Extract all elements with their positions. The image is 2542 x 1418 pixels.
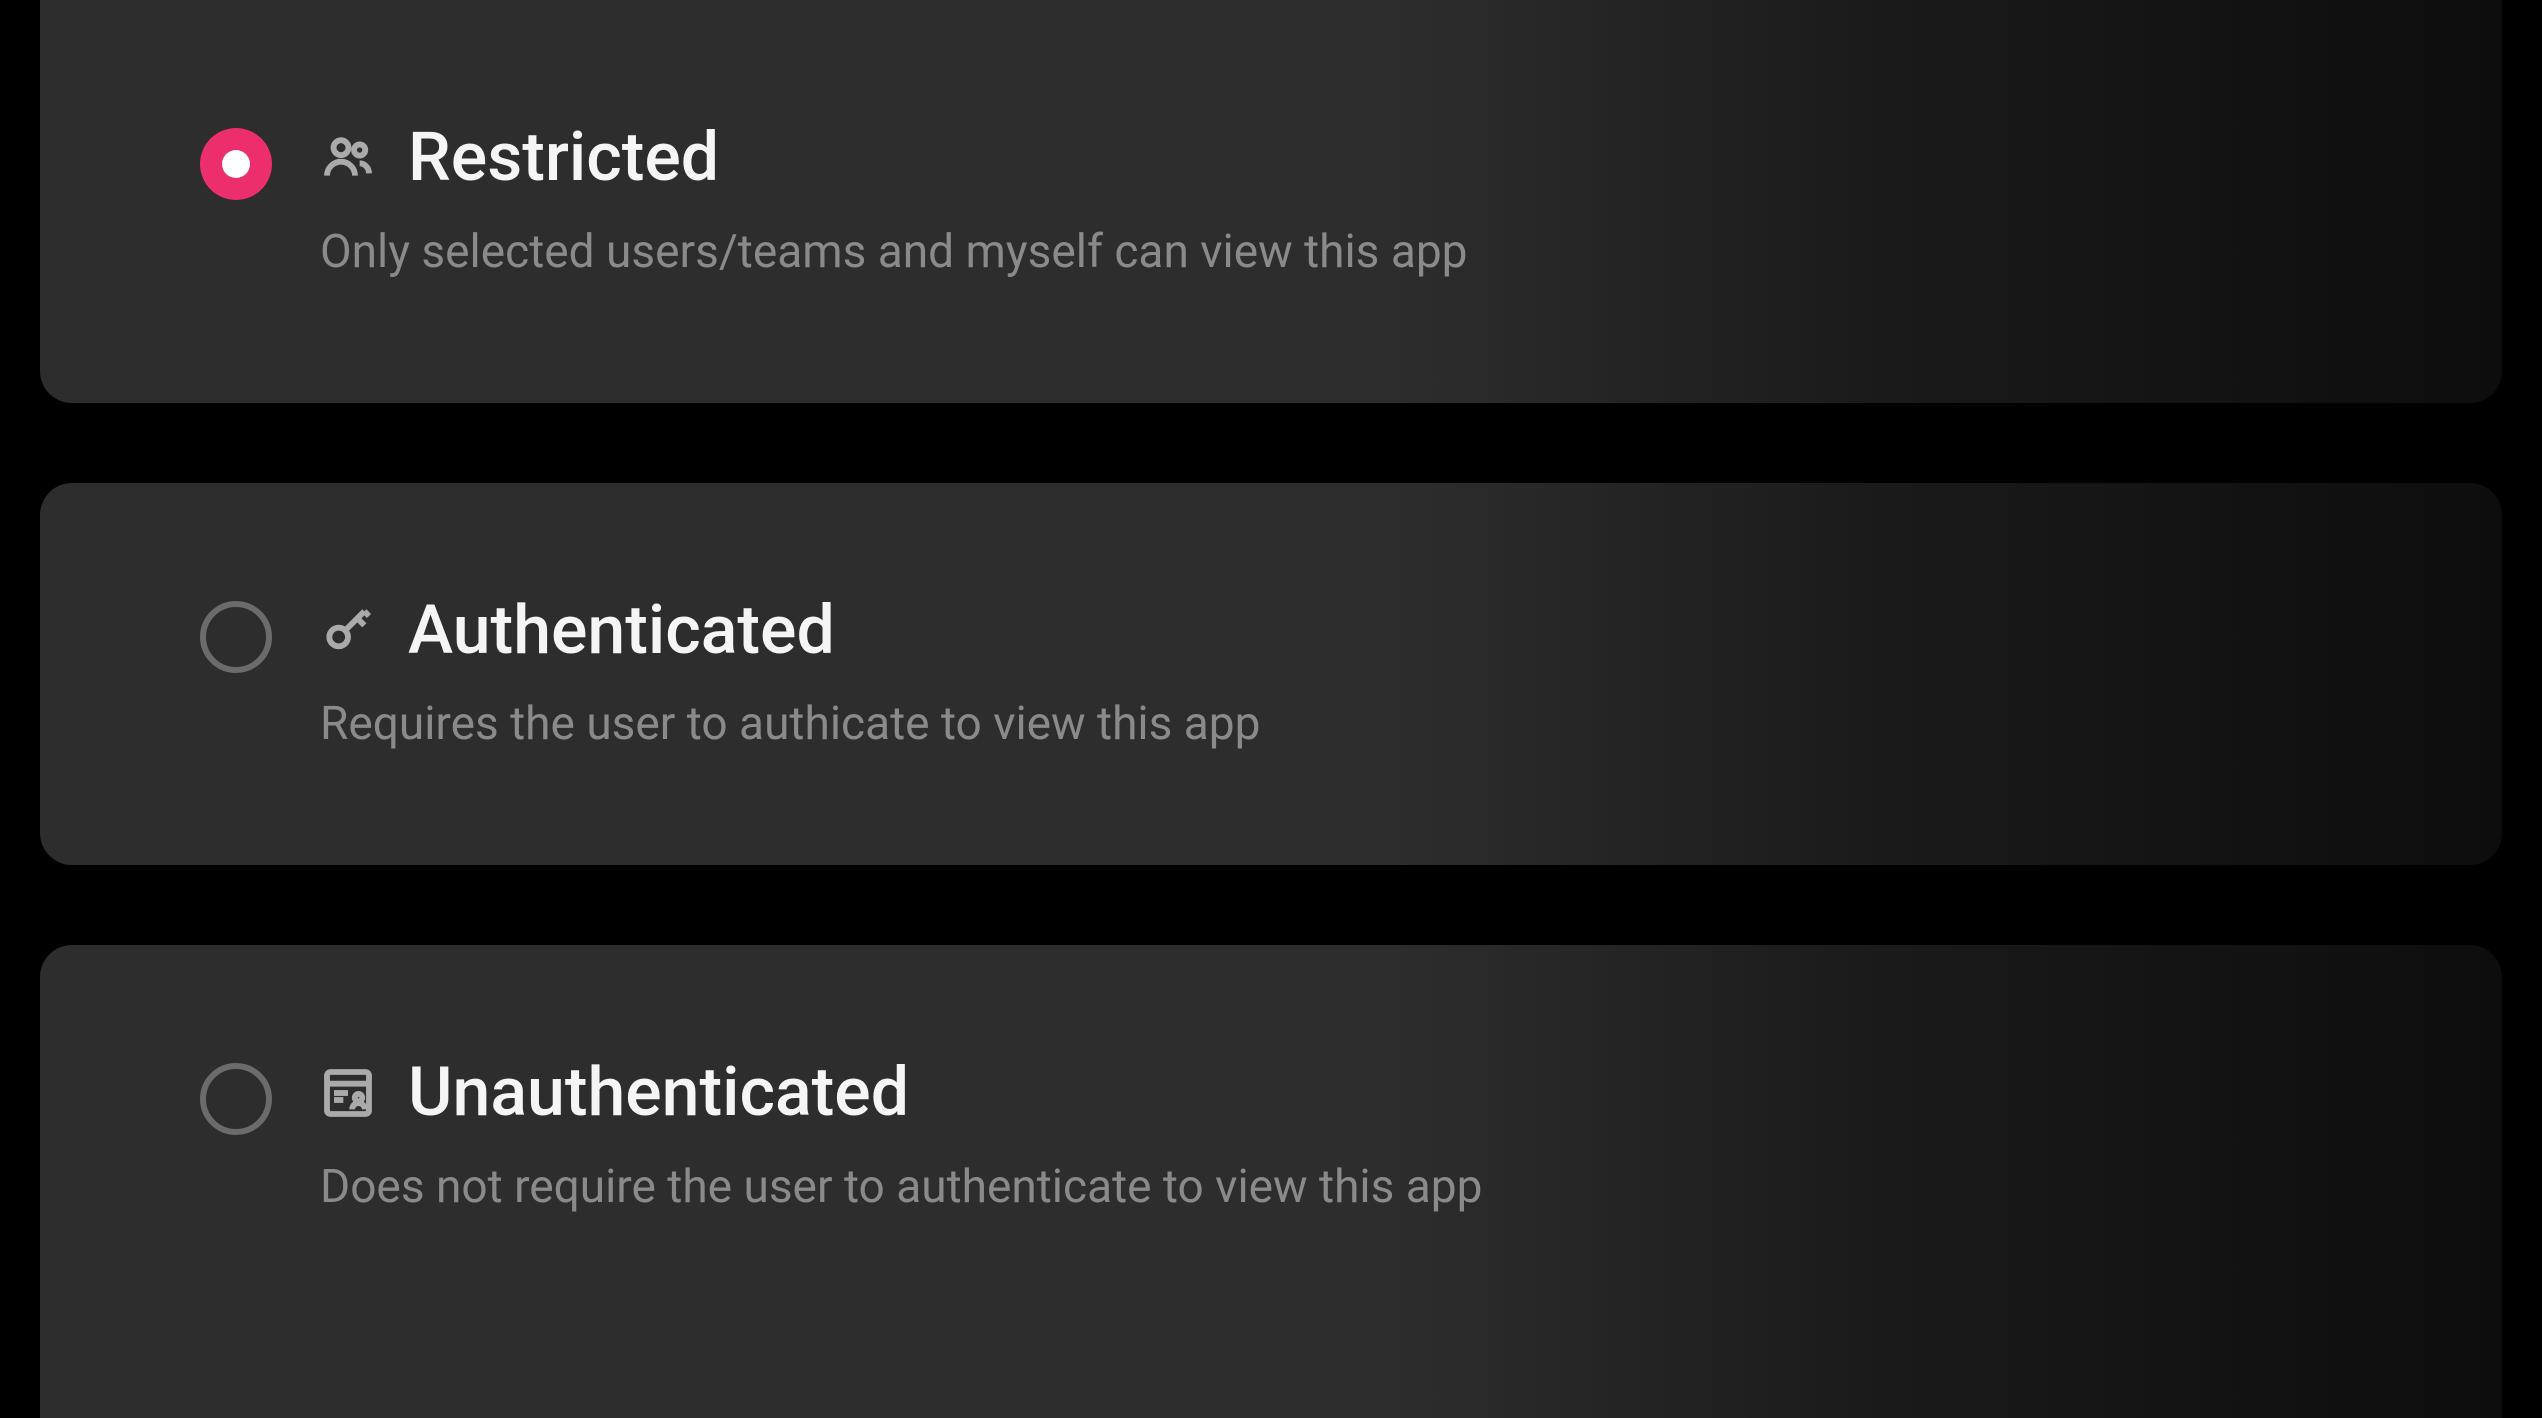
option-header: Unauthenticated [320,1055,2342,1130]
option-content: Restricted Only selected users/teams and… [320,120,2342,283]
option-header: Restricted [320,120,2342,195]
option-description: Only selected users/teams and myself can… [320,223,2342,283]
option-title: Authenticated [408,593,835,668]
option-description: Requires the user to authicate to view t… [320,695,2342,755]
option-description: Does not require the user to authenticat… [320,1158,2342,1218]
key-icon [320,602,376,658]
radio-restricted[interactable] [200,128,272,200]
option-header: Authenticated [320,593,2342,668]
option-restricted[interactable]: Restricted Only selected users/teams and… [40,0,2502,403]
option-content: Unauthenticated Does not require the use… [320,1055,2342,1218]
option-title: Restricted [408,120,719,195]
option-title: Unauthenticated [408,1055,909,1130]
option-unauthenticated[interactable]: Unauthenticated Does not require the use… [40,945,2502,1418]
radio-unauthenticated[interactable] [200,1063,272,1135]
radio-authenticated[interactable] [200,601,272,673]
option-content: Authenticated Requires the user to authi… [320,593,2342,756]
access-options-list: Restricted Only selected users/teams and… [0,0,2542,1314]
users-icon [320,129,376,185]
document-user-icon [320,1065,376,1121]
option-authenticated[interactable]: Authenticated Requires the user to authi… [40,483,2502,866]
